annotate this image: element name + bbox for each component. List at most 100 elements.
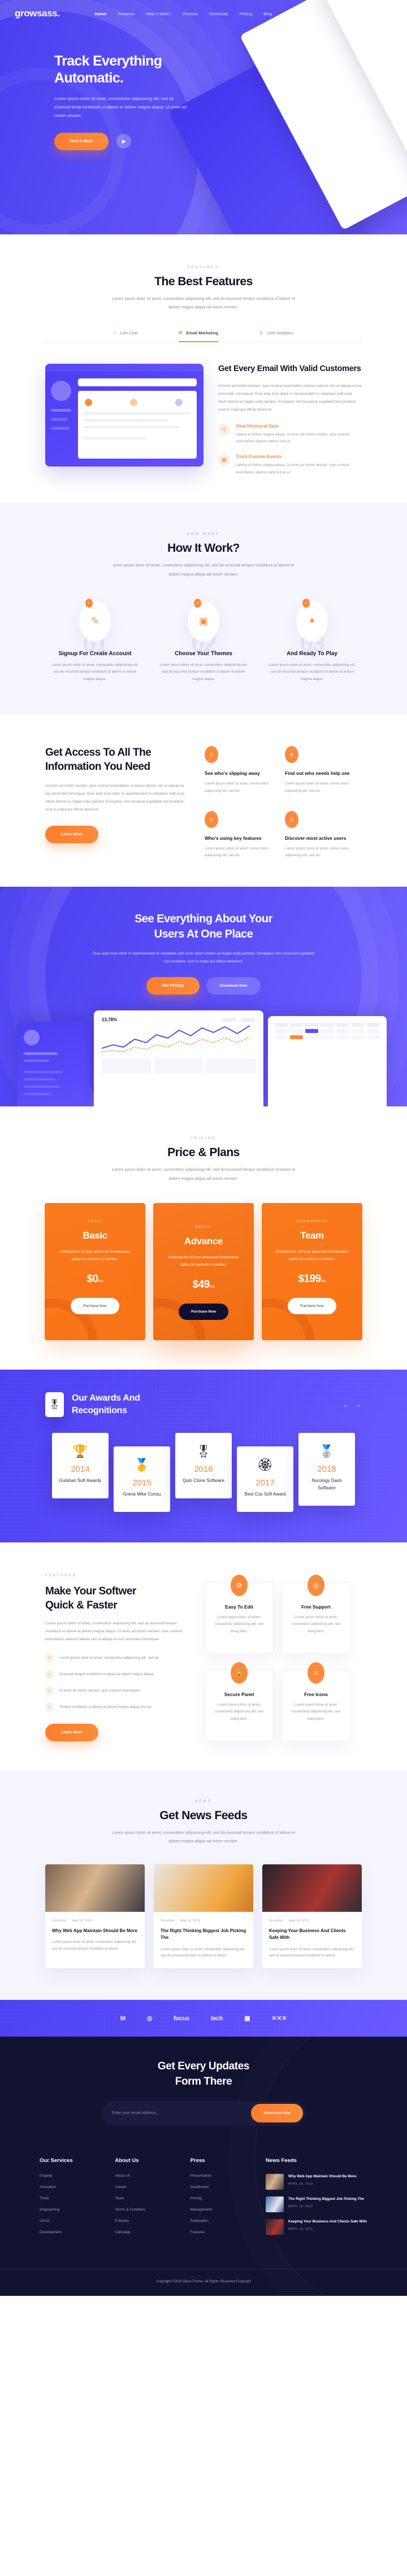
footer-news-item[interactable]: Why Web App Maintain Should Be More APRI…	[265, 2173, 367, 2190]
footer-link[interactable]: UI/UX	[40, 2219, 115, 2223]
copyright-text: Copyright ©2020 BasicTheme. All Rights R…	[155, 2279, 252, 2283]
hero-cta-button[interactable]: How It Work	[54, 132, 109, 150]
footer-link[interactable]: Management	[190, 2208, 266, 2212]
purchase-now-button[interactable]: Purchase Now	[71, 1298, 119, 1315]
feature-screenshot	[45, 364, 204, 467]
tab-live-chat[interactable]: ⌕ Live Chat	[114, 330, 138, 342]
footer-link[interactable]: Engineering	[40, 2208, 115, 2212]
tab-live-chat-label: Live Chat	[120, 330, 138, 336]
news-meta: By Ashton April 18, 2019	[52, 1919, 138, 1923]
dashboard-sparkline	[102, 1025, 250, 1053]
dashboard-preview: 13,78%	[17, 1010, 390, 1107]
footer-link[interactable]: Career	[115, 2185, 190, 2189]
footer-news-item[interactable]: The Right Thinking Biggest Job Picking T…	[265, 2196, 367, 2212]
award-name: Best Css Soft Award	[244, 1492, 286, 1497]
award-card: 🎖 2016 Qulo Clone Software	[175, 1433, 232, 1498]
access-learn-more-button[interactable]: Learn More	[45, 825, 98, 843]
quick-learn-more-button[interactable]: Learn More	[45, 1723, 98, 1741]
play-icon[interactable]: ▶	[116, 134, 132, 149]
step-icon-wrap: ▣ ✓	[188, 598, 219, 642]
news-date: April 18, 2019	[72, 1919, 92, 1923]
ribbon-icon: 🎖	[45, 1392, 64, 1418]
tab-user-analytics[interactable]: ☰ User Analytics	[259, 330, 293, 342]
nav-item-blog[interactable]: Blog	[263, 11, 272, 16]
award-name: Gulshan Soft Awards	[59, 1478, 102, 1484]
quick-card-text: Lorem ipsum dolor sit amet, consectetur …	[292, 1702, 340, 1721]
tab-email-marketing[interactable]: ✉ Email Markating	[178, 330, 219, 343]
quick-card-title: Free Icons	[304, 1691, 328, 1697]
howwork-title: How It Work?	[167, 542, 240, 555]
footer-link[interactable]: Calculate	[115, 2230, 190, 2234]
quick-card-title: Free Support	[301, 1603, 331, 1610]
nav-item-process[interactable]: Process	[183, 11, 198, 16]
footer-link[interactable]: Development	[40, 2230, 115, 2234]
plan-tag: FREE	[88, 1219, 102, 1223]
arrow-left-icon[interactable]: ←	[343, 1401, 349, 1409]
footer-link[interactable]: E-Books	[115, 2219, 190, 2223]
nav-item-features[interactable]: Features	[118, 11, 135, 16]
step-text: Lorem ipsum dolor sit amet, consectetur …	[159, 662, 248, 681]
download-now-button[interactable]: Download Now	[206, 977, 261, 995]
feature-item-title: View Histoycal Data	[236, 423, 279, 429]
quick-title-line2: Quick & Faster	[45, 1599, 118, 1611]
news-list: By Ashton April 18, 2019 Why Web App Mai…	[0, 1864, 407, 1969]
footer-link[interactable]: Trach	[40, 2196, 115, 2200]
access-item: ☼ Discover most active users Lorem ipsum…	[285, 810, 353, 860]
footer-link[interactable]: Features	[190, 2230, 266, 2234]
checklist-text: Ut enim ad minim veniam, quis nostrud ex…	[59, 1688, 141, 1693]
email-input[interactable]	[112, 2111, 252, 2116]
checklist-item: ✓ Eiusmod tempor incididunt ut labore et…	[45, 1670, 187, 1679]
footer-link[interactable]: Dashboard	[190, 2185, 266, 2189]
purchase-now-button[interactable]: Purchase Now	[178, 1304, 229, 1320]
purchase-now-button[interactable]: Purchase Now	[288, 1298, 336, 1315]
nav-item-home[interactable]: Home	[95, 11, 107, 16]
plan-price-period: /mo	[209, 1285, 215, 1289]
nav-download-button[interactable]: Download Now	[343, 6, 392, 21]
access-item-title: See who's slipping away	[205, 770, 260, 777]
pricing-card-advance: BASIC Advance Unlimited for 30 user adva…	[153, 1202, 254, 1341]
footer-link[interactable]: About Us	[115, 2174, 190, 2178]
nav-item-pricing[interactable]: Pricing	[239, 11, 252, 16]
step-title: And Ready To Play	[287, 650, 337, 657]
quick-card-text: Lorem ipsum dolor sit amet, consectetur …	[292, 1615, 340, 1633]
footer-link[interactable]: Terms & Condition	[115, 2208, 190, 2212]
step-card: 01 ✎ ✓ Signup For Create Account Lorem i…	[51, 598, 139, 683]
awards-title-line1: Our Awards And	[72, 1393, 140, 1403]
footer-link[interactable]: Expand	[40, 2174, 115, 2178]
footer-news-thumbnail	[265, 2218, 284, 2235]
focus-logo: focus	[174, 2015, 189, 2022]
footer-column-heading: News Feeds	[265, 2157, 297, 2164]
news-card[interactable]: By Ashton April 18, 2019 The Right Think…	[154, 1864, 253, 1969]
footer-column-our-services: Our Services Expand Annualize Trach Engi…	[40, 2157, 115, 2242]
award-card: 🏵 2017 Best Css Soft Award	[237, 1446, 293, 1512]
nav-item-download[interactable]: Download	[209, 11, 228, 16]
pricing-plans: FREE Basic Unlimited for 15 user advance…	[0, 1202, 407, 1341]
footer-link[interactable]: Annualize	[40, 2185, 115, 2189]
seeall-title-line2: Users At One Place	[154, 927, 253, 940]
footer-link[interactable]: Publication	[190, 2219, 266, 2223]
awards-carousel-nav: ← →	[343, 1401, 362, 1409]
news-card[interactable]: By Ashton April 18, 2019 Keeping Your Bu…	[262, 1864, 362, 1969]
news-card[interactable]: By Ashton April 18, 2019 Why Web App Mai…	[45, 1864, 145, 1969]
our-pricing-button[interactable]: Our Pricing	[146, 977, 200, 995]
news-date: April 18, 2019	[289, 1919, 309, 1923]
plan-description: Unlimited for 15 user advanced Colaborat…	[59, 1249, 131, 1261]
footer-link[interactable]: Team	[115, 2196, 190, 2200]
nav-links: Home Features How It Work? Process Downl…	[95, 11, 272, 16]
plan-price-amount: $0	[86, 1273, 99, 1285]
plan-price-period: /mo	[321, 1279, 326, 1284]
footer-link[interactable]: Presentation	[190, 2174, 266, 2178]
nav-item-how-it-work[interactable]: How It Work?	[146, 11, 171, 16]
awards-section: 🎖 Our Awards And Recognitions ← → 🏆 2014…	[0, 1370, 407, 1542]
news-thumbnail	[45, 1864, 145, 1912]
access-item-title: Find out who needs help see	[285, 770, 350, 777]
footer-news-thumbnail	[265, 2173, 284, 2190]
footer-news-item[interactable]: Keeping Your Business And Clients Safe W…	[265, 2218, 367, 2235]
site-logo[interactable]: growsass.	[15, 8, 60, 19]
footer-link[interactable]: Pricing	[190, 2196, 266, 2200]
magic-wand-icon: ✦	[308, 615, 317, 626]
subscribe-button[interactable]: Subscribe Now	[251, 2104, 303, 2123]
seeall-title: See Everything About Your Users At One P…	[0, 912, 407, 942]
quick-checklist: ✓ Lorem ipsum dolor sit amet, consectetu…	[45, 1653, 187, 1711]
arrow-right-icon[interactable]: →	[355, 1401, 362, 1409]
